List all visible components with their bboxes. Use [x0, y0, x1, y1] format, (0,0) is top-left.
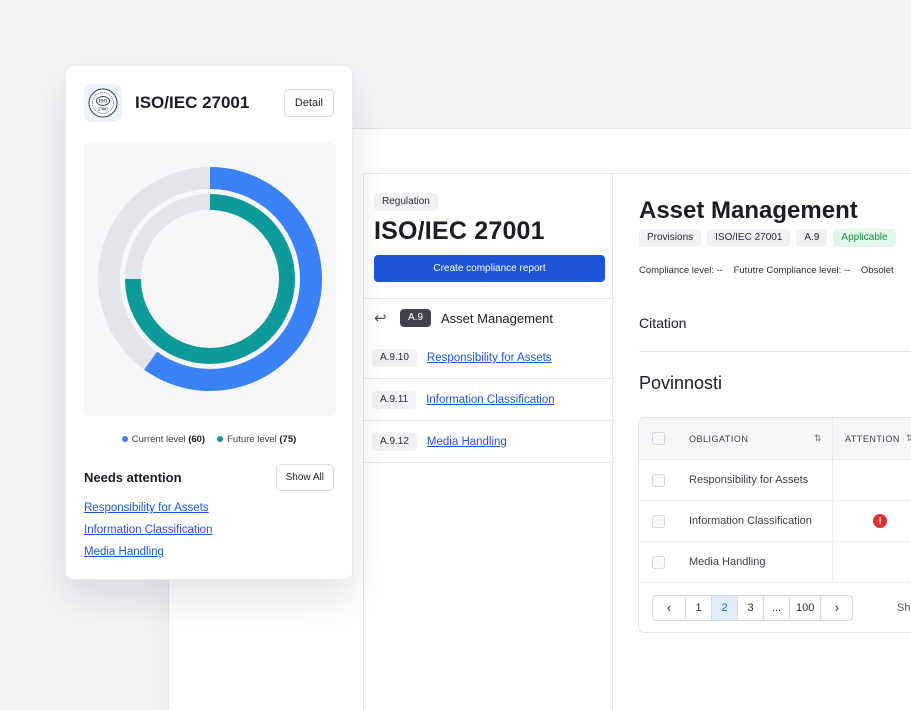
section-header: ↩ A.9 Asset Management	[374, 309, 553, 327]
citation-heading[interactable]: Citation	[639, 315, 686, 331]
attention-link-media[interactable]: Media Handling	[84, 546, 212, 558]
divider	[364, 420, 612, 421]
sort-icon[interactable]: ⇅	[814, 433, 822, 444]
code-chip: A.9	[796, 229, 828, 247]
obligation-column-header[interactable]: OBLIGATION ⇅	[677, 418, 833, 459]
legend-label: Future level	[227, 434, 277, 445]
nav-item-code: A.9.11	[372, 391, 417, 409]
compliance-chart	[84, 142, 336, 416]
obsolete-label: Obsolet	[860, 265, 894, 276]
regulation-title: ISO/IEC 27001	[374, 217, 545, 245]
column-label: ATTENTION	[845, 433, 900, 444]
compliance-level: Compliance level: --	[639, 265, 723, 276]
attention-cell	[833, 542, 911, 582]
table-header: OBLIGATION ⇅ ATTENTION ⇅	[639, 418, 911, 459]
pagination: ‹ 1 2 3 ... 100 ›	[652, 594, 854, 621]
card-title: ISO/IEC 27001	[135, 93, 250, 112]
divider	[364, 298, 612, 299]
next-page-button[interactable]: ›	[820, 595, 852, 620]
nav-item: A.9.12 Media Handling	[372, 433, 507, 451]
needs-attention-title: Needs attention	[84, 470, 182, 485]
iso-logo: ISO 27001	[84, 84, 122, 122]
page-button[interactable]: 3	[737, 595, 763, 620]
page-ellipsis: ...	[763, 595, 789, 620]
select-all-checkbox[interactable]	[651, 432, 665, 445]
provisions-chip: Provisions	[639, 229, 702, 247]
table-row[interactable]: Responsibility for Assets	[639, 459, 911, 500]
sort-icon[interactable]: ⇅	[906, 433, 911, 444]
main-content: Asset Management Provisions ISO/IEC 2700…	[614, 173, 911, 710]
obligations-table: OBLIGATION ⇅ ATTENTION ⇅ Responsibility …	[638, 417, 911, 633]
legend-dot-future	[217, 436, 224, 443]
regulation-chip: ISO/IEC 27001	[707, 229, 791, 247]
legend-label: Current level	[131, 434, 186, 445]
nav-item-code: A.9.10	[372, 349, 417, 367]
section-code-chip: A.9	[400, 309, 432, 327]
status-badge: Applicable	[833, 229, 896, 247]
column-label: OBLIGATION	[689, 433, 749, 444]
section-title: Asset Management	[441, 310, 554, 326]
chart-legend: Current level (60) Future level (75)	[66, 434, 352, 445]
attention-cell	[833, 460, 911, 500]
attention-link-responsibility[interactable]: Responsibility for Assets	[84, 502, 212, 514]
legend-future: Future level (75)	[217, 434, 296, 445]
iso-seal-icon: ISO 27001	[88, 88, 118, 118]
page-title: Asset Management	[639, 197, 858, 224]
regulation-nav-panel: Regulation ISO/IEC 27001 Create complian…	[363, 173, 613, 710]
compliance-levels: Compliance level: -- Fututre Compliance …	[639, 265, 902, 276]
svg-text:ISO: ISO	[99, 100, 108, 105]
divider	[364, 462, 612, 463]
tag-list: Provisions ISO/IEC 27001 A.9 Applicable	[639, 229, 896, 247]
prev-page-button[interactable]: ‹	[653, 596, 685, 620]
create-compliance-report-button[interactable]: Create compliance report	[374, 255, 605, 282]
regulation-chip: Regulation	[374, 193, 438, 211]
divider	[364, 378, 612, 379]
table-row[interactable]: Media Handling	[639, 541, 911, 582]
pagination-bar: ‹ 1 2 3 ... 100 › Sh	[639, 582, 911, 632]
attention-link-classification[interactable]: Information Classification	[84, 524, 212, 536]
legend-current: Current level (60)	[121, 434, 206, 445]
future-compliance-level: Fututre Compliance level: --	[733, 265, 851, 276]
page-button[interactable]: 1	[685, 595, 711, 620]
iso-summary-card: ISO 27001 ISO/IEC 27001 Detail Current l…	[65, 65, 353, 580]
attention-cell: !	[833, 501, 911, 541]
alert-icon: !	[873, 514, 887, 528]
obligation-cell: Information Classification	[677, 501, 833, 541]
obligation-cell: Media Handling	[677, 542, 833, 582]
divider	[639, 351, 911, 352]
legend-value: (60)	[188, 434, 206, 445]
legend-value: (75)	[279, 434, 297, 445]
page-size-label: Sh	[897, 601, 911, 614]
table-row[interactable]: Information Classification !	[639, 500, 911, 541]
attention-column-header[interactable]: ATTENTION ⇅	[833, 418, 911, 459]
legend-dot-current	[121, 436, 128, 443]
row-checkbox[interactable]	[651, 514, 665, 528]
nav-item-code: A.9.12	[372, 433, 417, 451]
back-arrow-icon[interactable]: ↩	[374, 309, 392, 327]
page-button-active[interactable]: 2	[711, 595, 737, 620]
obligations-heading: Povinnosti	[639, 373, 723, 393]
ring-chart-svg	[98, 167, 322, 391]
row-checkbox[interactable]	[651, 555, 665, 569]
nav-item-link-responsibility[interactable]: Responsibility for Assets	[427, 352, 552, 364]
page-button[interactable]: 100	[789, 595, 820, 620]
nav-item-link-classification[interactable]: Information Classification	[426, 394, 554, 406]
obligation-cell: Responsibility for Assets	[677, 460, 833, 500]
nav-item: A.9.10 Responsibility for Assets	[372, 349, 552, 367]
attention-list: Responsibility for Assets Information Cl…	[84, 502, 212, 558]
nav-item-link-media[interactable]: Media Handling	[427, 436, 507, 448]
detail-button[interactable]: Detail	[283, 89, 334, 117]
nav-item: A.9.11 Information Classification	[372, 391, 555, 409]
svg-text:27001: 27001	[98, 107, 108, 112]
row-checkbox[interactable]	[651, 473, 665, 487]
show-all-button[interactable]: Show All	[275, 464, 334, 491]
